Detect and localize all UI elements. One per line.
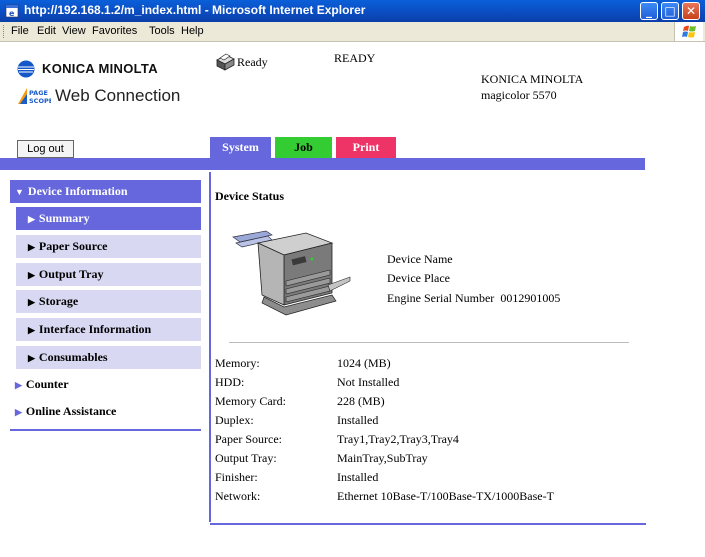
menu-bar: File Edit View Favorites Tools Help	[0, 22, 705, 42]
triangle-right-icon: ▶	[15, 407, 22, 417]
sidebar-divider	[10, 429, 201, 431]
sidebar-item-label: Counter	[25, 377, 69, 391]
sidebar-item-paper-source[interactable]: ▶ Paper Source	[16, 235, 201, 258]
info-key: Finisher:	[215, 470, 258, 484]
sidebar-item-label: Storage	[38, 294, 79, 308]
engine-serial-row: Engine Serial Number 0012901005	[387, 291, 560, 306]
sidebar-item-summary[interactable]: ▶ Summary	[16, 207, 201, 230]
pagescope-logo: PAGE SCOPE	[18, 88, 51, 105]
brand-name: KONICA MINOLTA	[42, 61, 158, 76]
konica-minolta-logo	[17, 60, 35, 78]
sidebar-item-output-tray[interactable]: ▶ Output Tray	[16, 263, 201, 286]
page-title: Device Status	[215, 189, 284, 203]
triangle-right-icon: ▶	[15, 380, 22, 390]
sidebar-item-label: Consumables	[38, 350, 108, 364]
menu-help[interactable]: Help	[181, 25, 204, 37]
sidebar-item-label: Summary	[38, 211, 90, 225]
tab-system[interactable]: System	[210, 137, 271, 158]
info-key: Duplex:	[215, 413, 254, 427]
triangle-right-icon: ▶	[28, 270, 35, 280]
tab-print[interactable]: Print	[336, 137, 396, 158]
product-name: Web Connection	[55, 86, 181, 105]
window-title: http://192.168.1.2/m_index.html - Micros…	[24, 3, 366, 17]
device-maker: KONICA MINOLTA	[481, 72, 584, 86]
triangle-down-icon: ▼	[15, 187, 24, 197]
windows-logo-icon	[674, 22, 703, 41]
info-value: Ethernet 10Base-T/100Base-TX/1000Base-T	[337, 489, 554, 503]
sidebar-item-counter[interactable]: ▶ Counter	[10, 373, 201, 396]
info-key: Memory:	[215, 356, 260, 370]
info-key: Paper Source:	[215, 432, 282, 446]
info-value: Installed	[337, 413, 379, 427]
info-value: MainTray,SubTray	[337, 451, 428, 465]
svg-text:e: e	[9, 9, 15, 18]
close-button[interactable]: ✕	[682, 2, 700, 20]
engine-serial-value: 0012901005	[500, 291, 561, 305]
info-key: HDD:	[215, 375, 245, 389]
sidebar-item-storage[interactable]: ▶ Storage	[16, 290, 201, 313]
triangle-right-icon: ▶	[28, 353, 35, 363]
info-key: Output Tray:	[215, 451, 277, 465]
sidebar-item-label: Output Tray	[38, 267, 104, 281]
menu-edit[interactable]: Edit	[37, 25, 56, 37]
sidebar-item-label: Online Assistance	[25, 404, 117, 418]
device-model: magicolor 5570	[481, 88, 557, 102]
tab-job[interactable]: Job	[275, 137, 332, 158]
minimize-button[interactable]: _	[640, 2, 658, 20]
info-value: 1024 (MB)	[337, 356, 391, 370]
sidebar-item-interface-information[interactable]: ▶ Interface Information	[16, 318, 201, 341]
sidebar-item-consumables[interactable]: ▶ Consumables	[16, 346, 201, 369]
content-divider	[209, 172, 211, 522]
device-place-label: Device Place	[387, 271, 450, 285]
sidebar-item-label: Interface Information	[38, 322, 152, 336]
info-key: Memory Card:	[215, 394, 286, 408]
sidebar-item-online-assistance[interactable]: ▶ Online Assistance	[10, 400, 201, 423]
info-value: Installed	[337, 470, 379, 484]
status-panel-text: READY	[334, 51, 376, 65]
triangle-right-icon: ▶	[28, 242, 35, 252]
info-key: Network:	[215, 489, 261, 503]
header-divider-bar	[0, 158, 645, 170]
ie-icon: e	[5, 4, 19, 18]
sidebar-device-information[interactable]: ▼ Device Information	[10, 180, 201, 203]
menu-favorites[interactable]: Favorites	[92, 25, 137, 37]
svg-text:PAGE: PAGE	[29, 89, 48, 97]
triangle-right-icon: ▶	[28, 214, 35, 224]
info-value: Tray1,Tray2,Tray3,Tray4	[337, 432, 459, 446]
menu-tools[interactable]: Tools	[149, 25, 175, 37]
info-value: Not Installed	[337, 375, 400, 389]
device-name-label: Device Name	[387, 252, 453, 266]
info-separator	[229, 342, 629, 343]
printer-device-image	[232, 230, 351, 316]
menu-file[interactable]: File	[11, 25, 29, 37]
content-bottom-rule	[210, 523, 646, 525]
window-titlebar: e http://192.168.1.2/m_index.html - Micr…	[0, 0, 705, 22]
printer-status-icon	[216, 53, 235, 71]
logout-button[interactable]: Log out	[17, 140, 74, 158]
triangle-right-icon: ▶	[28, 325, 35, 335]
triangle-right-icon: ▶	[28, 297, 35, 307]
info-value: 228 (MB)	[337, 394, 385, 408]
menu-grip	[3, 25, 7, 38]
menu-view[interactable]: View	[62, 25, 86, 37]
sidebar-item-label: Paper Source	[38, 239, 108, 253]
maximize-button[interactable]: □	[661, 2, 679, 20]
engine-serial-label: Engine Serial Number	[387, 291, 495, 305]
status-short: Ready	[237, 55, 268, 69]
svg-text:SCOPE: SCOPE	[29, 97, 51, 105]
sidebar-head-label: Device Information	[27, 184, 128, 198]
